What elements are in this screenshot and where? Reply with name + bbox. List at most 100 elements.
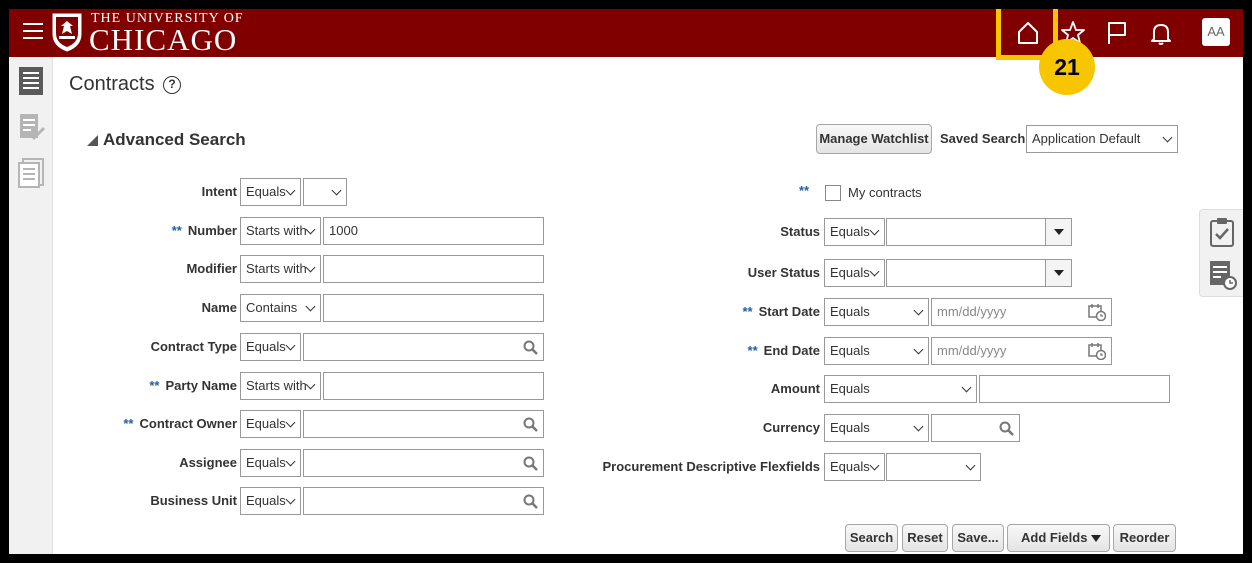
number-operator-value: Starts with xyxy=(246,223,307,238)
saved-search-select[interactable]: Application Default xyxy=(1026,125,1178,153)
user-avatar[interactable]: AA xyxy=(1202,18,1230,46)
help-icon[interactable]: ? xyxy=(163,76,181,94)
document-list-icon[interactable] xyxy=(17,157,45,189)
calendar-icon[interactable] xyxy=(1088,303,1106,321)
end-date-operator-value: Equals xyxy=(830,343,870,358)
number-operator-select[interactable]: Starts with xyxy=(240,217,321,245)
contract-type-operator-value: Equals xyxy=(246,339,286,354)
assignee-label: Assignee xyxy=(179,455,237,470)
user-status-label: User Status xyxy=(748,265,820,280)
chevron-down-icon xyxy=(869,460,880,471)
modifier-label: Modifier xyxy=(186,261,237,276)
business-unit-operator-select[interactable]: Equals xyxy=(240,487,301,515)
end-date-input[interactable]: mm/dd/yyyy xyxy=(931,337,1112,365)
search-icon[interactable] xyxy=(523,456,538,471)
status-combobox[interactable] xyxy=(886,218,1072,246)
contract-type-input[interactable] xyxy=(303,333,544,361)
assignee-operator-select[interactable]: Equals xyxy=(240,449,301,477)
required-marker: ** xyxy=(149,378,160,393)
status-label-text: Status xyxy=(780,224,820,239)
caret-down-icon xyxy=(1091,535,1101,542)
contract-type-operator-select[interactable]: Equals xyxy=(240,333,301,361)
start-date-input[interactable]: mm/dd/yyyy xyxy=(931,298,1112,326)
amount-operator-value: Equals xyxy=(830,381,870,396)
add-fields-button[interactable]: Add Fields xyxy=(1007,524,1110,552)
contract-owner-operator-select[interactable]: Equals xyxy=(240,410,301,438)
chevron-down-icon xyxy=(305,301,316,312)
chevron-down-icon xyxy=(285,456,296,467)
user-status-dropdown-arrow-icon[interactable] xyxy=(1045,260,1071,286)
list-icon[interactable] xyxy=(17,65,45,97)
clipboard-check-icon[interactable] xyxy=(1207,216,1237,248)
party-name-input[interactable] xyxy=(323,372,544,400)
contract-owner-input[interactable] xyxy=(303,410,544,438)
currency-operator-select[interactable]: Equals xyxy=(824,414,929,442)
name-operator-select[interactable]: Contains xyxy=(240,294,321,322)
document-clock-icon[interactable] xyxy=(1207,258,1237,290)
chevron-down-icon xyxy=(305,224,316,235)
modifier-operator-select[interactable]: Starts with xyxy=(240,255,321,283)
my-contracts-checkbox[interactable] xyxy=(825,185,841,201)
saved-search-value: Application Default xyxy=(1032,131,1141,146)
flexfields-operator-value: Equals xyxy=(830,459,870,474)
number-label-text: Number xyxy=(187,223,237,238)
contract-owner-label-text: Contract Owner xyxy=(139,416,237,431)
business-unit-input[interactable] xyxy=(303,487,544,515)
business-unit-label-text: Business Unit xyxy=(150,493,237,508)
manage-watchlist-button[interactable]: Manage Watchlist xyxy=(816,124,932,154)
status-operator-select[interactable]: Equals xyxy=(824,218,885,246)
party-name-operator-value: Starts with xyxy=(246,378,307,393)
currency-input[interactable] xyxy=(931,414,1020,442)
chevron-down-icon xyxy=(285,417,296,428)
menu-icon[interactable] xyxy=(23,23,43,41)
reset-button[interactable]: Reset xyxy=(902,524,948,552)
assignee-operator-value: Equals xyxy=(246,455,286,470)
flexfields-operator-select[interactable]: Equals xyxy=(824,453,885,481)
amount-label-text: Amount xyxy=(770,381,820,396)
flexfields-value-select[interactable] xyxy=(886,453,981,481)
save-button[interactable]: Save... xyxy=(952,524,1004,552)
university-name-main[interactable]: CHICAGO xyxy=(89,22,237,58)
status-dropdown-arrow-icon[interactable] xyxy=(1045,219,1071,245)
amount-input[interactable] xyxy=(979,375,1170,403)
name-input[interactable] xyxy=(323,294,544,322)
search-icon[interactable] xyxy=(523,417,538,432)
search-icon[interactable] xyxy=(999,421,1014,436)
chevron-down-icon xyxy=(913,344,924,355)
required-marker: ** xyxy=(742,304,753,319)
currency-label-text: Currency xyxy=(762,420,820,435)
chevron-down-icon xyxy=(913,305,924,316)
calendar-icon[interactable] xyxy=(1088,342,1106,360)
bell-icon[interactable] xyxy=(1147,19,1175,47)
user-status-combobox[interactable] xyxy=(886,259,1072,287)
my-contracts-label: My contracts xyxy=(848,185,922,200)
party-name-operator-select[interactable]: Starts with xyxy=(240,372,321,400)
intent-operator-select[interactable]: Equals xyxy=(240,178,301,206)
assignee-input[interactable] xyxy=(303,449,544,477)
user-status-label-text: User Status xyxy=(747,265,820,280)
intent-value-select[interactable] xyxy=(303,178,347,206)
party-name-label: ** Party Name xyxy=(149,378,237,393)
add-fields-label: Add Fields xyxy=(1021,530,1088,545)
modifier-input[interactable] xyxy=(323,255,544,283)
required-marker: ** xyxy=(171,223,182,238)
reorder-button[interactable]: Reorder xyxy=(1113,524,1176,552)
chevron-down-icon xyxy=(305,262,316,273)
intent-label: Intent xyxy=(202,184,237,199)
contract-type-label: Contract Type xyxy=(151,339,237,354)
required-marker: ** xyxy=(123,416,134,431)
end-date-placeholder: mm/dd/yyyy xyxy=(937,343,1007,358)
edit-document-icon[interactable] xyxy=(17,111,45,143)
start-date-operator-select[interactable]: Equals xyxy=(824,298,929,326)
collapse-triangle-icon[interactable] xyxy=(87,135,98,146)
search-icon[interactable] xyxy=(523,340,538,355)
advanced-search-title[interactable]: Advanced Search xyxy=(103,130,246,150)
user-status-operator-select[interactable]: Equals xyxy=(824,259,885,287)
amount-operator-select[interactable]: Equals xyxy=(824,375,977,403)
flag-icon[interactable] xyxy=(1103,19,1131,47)
search-icon[interactable] xyxy=(523,494,538,509)
chevron-down-icon xyxy=(961,382,972,393)
number-input[interactable]: 1000 xyxy=(323,217,544,245)
end-date-operator-select[interactable]: Equals xyxy=(824,337,929,365)
search-button[interactable]: Search xyxy=(845,524,898,552)
